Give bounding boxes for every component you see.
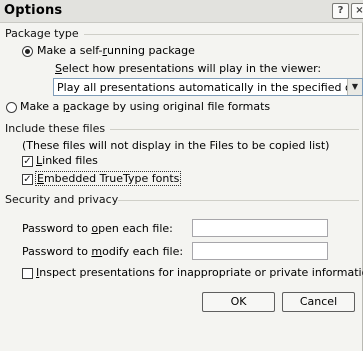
self-running-radio[interactable] <box>22 46 33 57</box>
viewer-prompt-label: Select how presentations will play in th… <box>55 62 322 75</box>
section-divider <box>118 200 359 201</box>
section-divider <box>84 34 359 35</box>
self-running-label[interactable]: Make a self-running package <box>37 44 195 57</box>
options-dialog: Options ? × Package type Make a self-run… <box>0 0 363 351</box>
truetype-fonts-checkbox[interactable]: ✓ <box>22 174 33 185</box>
modify-password-input[interactable] <box>192 242 328 260</box>
section-divider <box>110 129 359 130</box>
modify-password-label: Password to modify each file: <box>22 245 184 258</box>
ok-button[interactable]: OK <box>202 292 275 312</box>
chevron-down-icon[interactable]: ▼ <box>347 79 362 95</box>
open-password-label: Password to open each file: <box>22 222 173 235</box>
truetype-fonts-label[interactable]: Embedded TrueType fonts <box>35 171 182 186</box>
original-formats-label[interactable]: Make a package by using original file fo… <box>20 100 270 113</box>
viewer-select[interactable]: Play all presentations automatically in … <box>53 78 363 96</box>
title-bar: Options ? × <box>0 0 363 23</box>
include-files-note: (These files will not display in the Fil… <box>22 139 330 152</box>
include-files-heading: Include these files <box>5 122 106 135</box>
open-password-input[interactable] <box>192 219 328 237</box>
security-heading: Security and privacy <box>5 193 119 206</box>
package-type-heading: Package type <box>5 27 79 40</box>
viewer-select-value: Play all presentations automatically in … <box>57 81 363 94</box>
close-icon[interactable]: × <box>351 3 363 19</box>
original-formats-radio[interactable] <box>6 102 17 113</box>
inspect-checkbox[interactable] <box>22 268 33 279</box>
linked-files-label[interactable]: Linked files <box>36 154 98 167</box>
dialog-title: Options <box>4 3 63 18</box>
inspect-label[interactable]: Inspect presentations for inappropriate … <box>36 266 363 279</box>
cancel-button[interactable]: Cancel <box>282 292 355 312</box>
help-icon[interactable]: ? <box>332 3 349 19</box>
linked-files-checkbox[interactable]: ✓ <box>22 156 33 167</box>
